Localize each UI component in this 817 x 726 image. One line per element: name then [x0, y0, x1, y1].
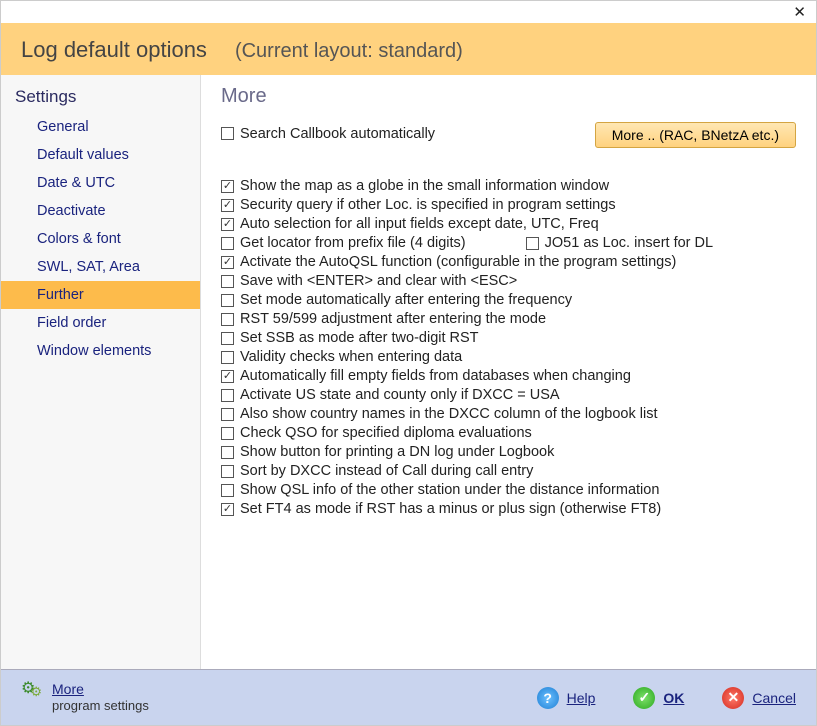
checkbox-sort-by-dxcc-instead-of-call-during-call[interactable]: Sort by DXCC instead of Call during call…	[221, 463, 533, 479]
dialog-window: ✕ Log default options (Current layout: s…	[0, 0, 817, 726]
titlebar: ✕	[1, 1, 816, 23]
checkbox-label: Save with <ENTER> and clear with <ESC>	[240, 273, 517, 289]
checkbox-show-button-for-printing-a-dn-log-under-[interactable]: Show button for printing a DN log under …	[221, 444, 554, 460]
footer-more-label: More	[52, 681, 149, 698]
checkbox-label: Show button for printing a DN log under …	[240, 444, 554, 460]
checkbox-box[interactable]	[221, 332, 234, 345]
checkbox-box[interactable]	[221, 370, 234, 383]
ok-button[interactable]: ✓ OK	[633, 687, 684, 709]
checkbox-box[interactable]	[221, 503, 234, 516]
help-icon: ?	[537, 687, 559, 709]
cancel-button[interactable]: ✕ Cancel	[722, 687, 796, 709]
checkbox-check-qso-for-specified-diploma-evaluati[interactable]: Check QSO for specified diploma evaluati…	[221, 425, 532, 441]
checkbox-box[interactable]	[221, 237, 234, 250]
checkbox-label: Validity checks when entering data	[240, 349, 462, 365]
sidebar-item-deactivate[interactable]: Deactivate	[1, 197, 200, 225]
help-button[interactable]: ? Help	[537, 687, 596, 709]
header: Log default options (Current layout: sta…	[1, 23, 816, 75]
checkbox-search-callbook[interactable]: Search Callbook automatically	[221, 126, 435, 142]
checkbox-box[interactable]	[526, 237, 539, 250]
sidebar-item-field-order[interactable]: Field order	[1, 309, 200, 337]
header-title: Log default options	[21, 37, 207, 63]
top-row: Search Callbook automatically More .. (R…	[221, 122, 796, 148]
checkbox-validity-checks-when-entering-data[interactable]: Validity checks when entering data	[221, 349, 462, 365]
checkbox-label: Set SSB as mode after two-digit RST	[240, 330, 479, 346]
checkbox-label: Sort by DXCC instead of Call during call…	[240, 463, 533, 479]
sidebar-item-date-utc[interactable]: Date & UTC	[1, 169, 200, 197]
checkbox-label: Automatically fill empty fields from dat…	[240, 368, 631, 384]
checkbox-box[interactable]	[221, 256, 234, 269]
checkbox-also-show-country-names-in-the-dxcc-colu[interactable]: Also show country names in the DXCC colu…	[221, 406, 657, 422]
checkbox-show-the-map-as-a-globe-in-the-small-inf[interactable]: Show the map as a globe in the small inf…	[221, 178, 609, 194]
cancel-icon: ✕	[722, 687, 744, 709]
sidebar-item-swl-sat-area[interactable]: SWL, SAT, Area	[1, 253, 200, 281]
main-panel: More Search Callbook automatically More …	[201, 75, 816, 669]
section-title: More	[221, 85, 796, 108]
sidebar-item-default-values[interactable]: Default values	[1, 141, 200, 169]
checkbox-security-query-if-other-loc-is-specified[interactable]: Security query if other Loc. is specifie…	[221, 197, 616, 213]
checkbox-box[interactable]	[221, 313, 234, 326]
checkbox-activate-the-autoqsl-function-configurab[interactable]: Activate the AutoQSL function (configura…	[221, 254, 676, 270]
sidebar-item-further[interactable]: Further	[1, 281, 200, 309]
checkbox-label: Check QSO for specified diploma evaluati…	[240, 425, 532, 441]
sidebar-item-window-elements[interactable]: Window elements	[1, 337, 200, 365]
checkbox-box[interactable]	[221, 199, 234, 212]
checkbox-label: Get locator from prefix file (4 digits)	[240, 235, 466, 251]
ok-label: OK	[663, 690, 684, 706]
footer: ⚙⚙ More program settings ? Help ✓ OK ✕ C…	[1, 669, 816, 725]
checkbox-activate-us-state-and-county-only-if-dxc[interactable]: Activate US state and county only if DXC…	[221, 387, 560, 403]
help-label: Help	[567, 690, 596, 706]
gears-icon: ⚙⚙	[21, 681, 42, 698]
checkbox-get-locator-from-prefix-file-4-digits-[interactable]: Get locator from prefix file (4 digits)	[221, 235, 466, 251]
checkbox-box[interactable]	[221, 484, 234, 497]
checkbox-show-qsl-info-of-the-other-station-under[interactable]: Show QSL info of the other station under…	[221, 482, 659, 498]
checkbox-box[interactable]	[221, 218, 234, 231]
sidebar-item-colors-font[interactable]: Colors & font	[1, 225, 200, 253]
checkbox-label: Auto selection for all input fields exce…	[240, 216, 599, 232]
checkbox-box[interactable]	[221, 180, 234, 193]
checkbox-label: Set FT4 as mode if RST has a minus or pl…	[240, 501, 661, 517]
checkbox-jo51-as-loc-insert-for-dl[interactable]: JO51 as Loc. insert for DL	[526, 235, 713, 251]
checkbox-box[interactable]	[221, 389, 234, 402]
checkbox-label: RST 59/599 adjustment after entering the…	[240, 311, 546, 327]
checkbox-label: Activate US state and county only if DXC…	[240, 387, 560, 403]
checkbox-set-mode-automatically-after-entering-th[interactable]: Set mode automatically after entering th…	[221, 292, 572, 308]
checkbox-automatically-fill-empty-fields-from-dat[interactable]: Automatically fill empty fields from dat…	[221, 368, 631, 384]
checkbox-auto-selection-for-all-input-fields-exce[interactable]: Auto selection for all input fields exce…	[221, 216, 599, 232]
sidebar-item-general[interactable]: General	[1, 113, 200, 141]
close-icon[interactable]: ✕	[793, 5, 806, 20]
checkbox-label: Also show country names in the DXCC colu…	[240, 406, 657, 422]
header-subtitle: (Current layout: standard)	[235, 40, 463, 63]
checkbox-box[interactable]	[221, 351, 234, 364]
checkbox-box[interactable]	[221, 275, 234, 288]
checkbox-set-ssb-as-mode-after-two-digit-rst[interactable]: Set SSB as mode after two-digit RST	[221, 330, 479, 346]
cancel-label: Cancel	[752, 690, 796, 706]
checkbox-label: Show the map as a globe in the small inf…	[240, 178, 609, 194]
checkbox-box[interactable]	[221, 408, 234, 421]
checkbox-label: Security query if other Loc. is specifie…	[240, 197, 616, 213]
checkbox-label: Show QSL info of the other station under…	[240, 482, 659, 498]
checkbox-box[interactable]	[221, 446, 234, 459]
more-rac-button[interactable]: More .. (RAC, BNetzA etc.)	[595, 122, 796, 148]
checkbox-label: Set mode automatically after entering th…	[240, 292, 572, 308]
checkbox-box[interactable]	[221, 127, 234, 140]
checkbox-set-ft4-as-mode-if-rst-has-a-minus-or-pl[interactable]: Set FT4 as mode if RST has a minus or pl…	[221, 501, 661, 517]
options-list: Show the map as a globe in the small inf…	[221, 178, 796, 520]
checkbox-box[interactable]	[221, 427, 234, 440]
checkbox-label: Search Callbook automatically	[240, 126, 435, 142]
sidebar-heading: Settings	[1, 83, 200, 113]
checkbox-label: JO51 as Loc. insert for DL	[545, 235, 713, 251]
footer-more-sub: program settings	[52, 698, 149, 714]
footer-more-settings[interactable]: ⚙⚙ More program settings	[21, 681, 149, 713]
body: Settings GeneralDefault valuesDate & UTC…	[1, 75, 816, 669]
sidebar: Settings GeneralDefault valuesDate & UTC…	[1, 75, 201, 669]
checkbox-rst-59-599-adjustment-after-entering-the[interactable]: RST 59/599 adjustment after entering the…	[221, 311, 546, 327]
checkbox-box[interactable]	[221, 294, 234, 307]
checkbox-save-with-enter-and-clear-with-esc-[interactable]: Save with <ENTER> and clear with <ESC>	[221, 273, 517, 289]
checkbox-label: Activate the AutoQSL function (configura…	[240, 254, 676, 270]
ok-icon: ✓	[633, 687, 655, 709]
checkbox-box[interactable]	[221, 465, 234, 478]
